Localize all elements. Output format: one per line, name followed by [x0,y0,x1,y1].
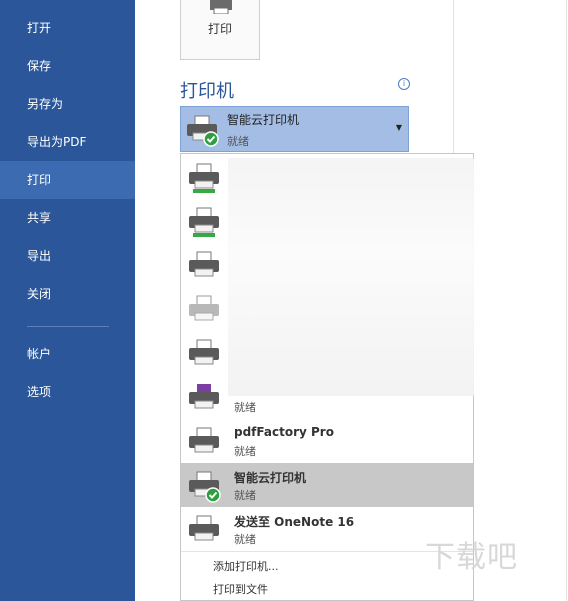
print-button-label: 打印 [207,22,232,36]
printer-name: pdfFactory Pro [234,425,334,439]
panel-divider-right [566,0,567,601]
printer-icon [189,339,219,365]
nav-item-open[interactable]: 打开 [0,9,135,47]
printer-list-item-pdffactory[interactable]: pdfFactory Pro 就绪 [181,419,473,463]
printer-list-item-cloud[interactable]: 智能云打印机 就绪 [181,463,473,507]
print-to-file-link[interactable]: 打印到文件 [213,581,268,597]
obscured-region [228,158,474,396]
nav-divider [27,326,109,327]
info-icon[interactable]: i [398,78,410,90]
printer-icon [210,0,232,14]
chevron-down-icon: ▼ [395,123,402,132]
nav-item-save-as[interactable]: 另存为 [0,85,135,123]
nav-item-account[interactable]: 帐户 [0,335,135,373]
add-printer-link[interactable]: 添加打印机... [213,558,279,574]
nav-item-export[interactable]: 导出 [0,237,135,275]
nav-item-options[interactable]: 选项 [0,373,135,411]
nav-item-save[interactable]: 保存 [0,47,135,85]
printer-name: 发送至 OneNote 16 [234,515,355,529]
watermark: 下载吧 [425,540,518,575]
network-printer-icon [189,207,219,237]
nav-item-close[interactable]: 关闭 [0,275,135,313]
printer-icon [189,515,219,541]
printer-ready-icon [189,471,221,503]
save-printer-icon [189,384,219,409]
network-printer-icon [189,163,219,193]
printer-icon [189,427,219,453]
print-button[interactable]: 打印 [180,0,260,60]
selected-printer-status: 就绪 [227,135,249,148]
printer-status: 就绪 [234,533,256,546]
printer-section-title: 打印机 [180,81,234,102]
selected-printer-name: 智能云打印机 [227,113,300,127]
printer-status: 就绪 [234,445,256,458]
printer-status: 就绪 [234,401,256,414]
printer-icon [189,251,219,277]
backstage-nav: 打开 保存 另存为 导出为PDF 打印 共享 导出 关闭 帐户 选项 [0,0,135,601]
printer-dropdown[interactable]: 智能云打印机 就绪 ▼ [180,106,409,152]
printer-status: 就绪 [234,489,256,502]
fax-icon [189,295,219,321]
nav-item-share[interactable]: 共享 [0,199,135,237]
printer-name: 智能云打印机 [234,471,307,485]
printer-ready-icon [187,115,219,147]
nav-item-export-pdf[interactable]: 导出为PDF [0,123,135,161]
nav-item-print[interactable]: 打印 [0,161,135,199]
